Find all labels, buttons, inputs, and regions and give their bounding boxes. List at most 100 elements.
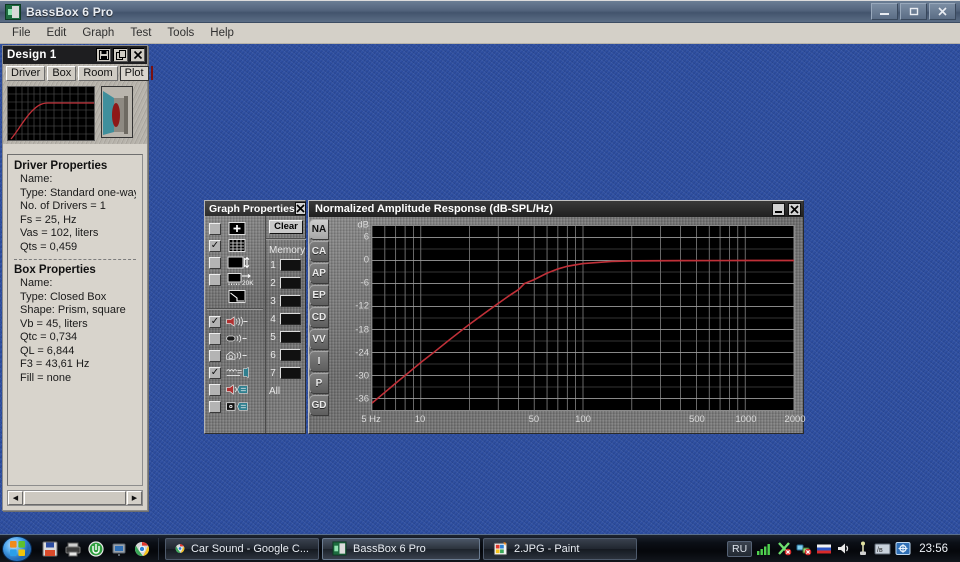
checkbox[interactable]	[209, 239, 221, 252]
response-thumbnail[interactable]	[7, 86, 95, 141]
checkbox[interactable]	[209, 349, 221, 362]
tab-box[interactable]: Box	[47, 65, 77, 81]
memory-slot-1[interactable]: 1	[269, 256, 303, 274]
taskbar-item-paint[interactable]: 2.JPG - Paint	[483, 537, 637, 560]
checkbox[interactable]	[209, 256, 221, 269]
show-crosshair-option[interactable]	[209, 220, 263, 237]
memory-slot-4[interactable]: 4	[269, 310, 303, 328]
scroll-thumb[interactable]	[24, 491, 126, 505]
memory-slot-3[interactable]: 3	[269, 292, 303, 310]
keyboard-layout-icon[interactable]: /в	[874, 542, 891, 556]
x-axis-tick-label: 5 Hz	[361, 414, 381, 425]
autoscale-vertical-option[interactable]	[209, 254, 263, 271]
minimize-button[interactable]	[871, 3, 898, 20]
properties-horizontal-scrollbar[interactable]: ◀ ▶	[7, 490, 143, 506]
speaker-input-option[interactable]	[209, 381, 263, 398]
checkbox[interactable]	[209, 273, 221, 286]
menu-item-edit[interactable]: Edit	[39, 25, 75, 41]
app-tray-icon[interactable]	[895, 541, 911, 556]
driver-response-option[interactable]	[209, 313, 263, 330]
graph-tab-na[interactable]: NA	[309, 219, 329, 240]
restore-button[interactable]	[900, 3, 927, 20]
memory-slot-5[interactable]: 5	[269, 328, 303, 346]
menu-item-file[interactable]: File	[4, 25, 39, 41]
memory-slot-2[interactable]: 2	[269, 274, 303, 292]
start-button[interactable]	[2, 535, 32, 562]
memory-slot-6[interactable]: 6	[269, 346, 303, 364]
memory-swatch[interactable]	[280, 367, 301, 379]
enclosure-thumbnail[interactable]	[101, 86, 133, 138]
taskbar-item-label: Car Sound - Google C...	[190, 542, 309, 555]
media-icon[interactable]	[111, 541, 127, 557]
tab-room[interactable]: Room	[78, 65, 118, 81]
box-response-option[interactable]	[209, 330, 263, 347]
save-icon[interactable]	[96, 48, 111, 62]
memory-swatch[interactable]	[280, 331, 301, 343]
clear-button[interactable]: Clear	[269, 220, 303, 234]
plot-canvas[interactable]	[371, 225, 795, 411]
close-icon[interactable]	[788, 202, 801, 216]
tab-driver[interactable]: Driver	[6, 65, 46, 81]
graph-tab-p[interactable]: P	[309, 373, 329, 394]
antivirus-icon[interactable]	[776, 541, 792, 556]
usb-icon[interactable]	[856, 541, 870, 556]
scroll-right-button[interactable]: ▶	[127, 491, 142, 505]
close-button[interactable]	[929, 3, 956, 20]
printer-icon[interactable]	[65, 541, 81, 557]
graph-tab-gd[interactable]: GD	[309, 395, 329, 416]
graph-tab-i[interactable]: I	[309, 351, 329, 372]
checkbox[interactable]	[209, 383, 221, 396]
scroll-left-button[interactable]: ◀	[8, 491, 23, 505]
driver-vas-row: Vas = 102, liters	[20, 227, 99, 239]
menu-item-help[interactable]: Help	[202, 25, 242, 41]
network-signal-icon[interactable]	[756, 541, 772, 556]
memory-all-button[interactable]: All	[269, 382, 303, 400]
room-response-option[interactable]	[209, 347, 263, 364]
checkbox[interactable]	[209, 332, 221, 345]
graph-tab-ep[interactable]: EP	[309, 285, 329, 306]
quick-launch-bar	[36, 537, 159, 560]
close-icon[interactable]	[130, 48, 145, 62]
graph-window-title: Normalized Amplitude Response (dB-SPL/Hz…	[315, 203, 553, 215]
utorrent-icon[interactable]	[88, 540, 104, 557]
speaker-input-icon	[226, 384, 248, 395]
flag-ru-icon[interactable]	[816, 541, 832, 556]
chrome-icon[interactable]	[134, 541, 150, 557]
signal-input-option[interactable]	[209, 398, 263, 415]
frequency-range-20k-option[interactable]: 20K	[209, 271, 263, 288]
plot-color-swatch[interactable]	[150, 66, 153, 80]
memory-swatch[interactable]	[280, 313, 301, 325]
memory-swatch[interactable]	[280, 259, 301, 271]
memory-slot-7[interactable]: 7	[269, 364, 303, 382]
checkbox[interactable]	[209, 222, 221, 235]
taskbar-item-chrome[interactable]: Car Sound - Google C...	[165, 537, 319, 560]
language-indicator[interactable]: RU	[727, 540, 753, 557]
checkbox[interactable]	[209, 400, 221, 413]
volume-icon[interactable]	[836, 541, 852, 556]
memory-swatch[interactable]	[280, 277, 301, 289]
tab-plot[interactable]: Plot	[119, 65, 149, 81]
checkbox[interactable]	[209, 366, 221, 379]
menu-item-test[interactable]: Test	[122, 25, 159, 41]
taskbar-clock[interactable]: 23:56	[915, 543, 954, 555]
axis-origin-option[interactable]	[209, 288, 263, 305]
plot-area[interactable]: dB 6 0 -6 -12 -18 -24 -30 -36 5 Hz 10 50 100 500 1000…	[331, 217, 805, 433]
save-icon[interactable]	[42, 541, 58, 557]
filter-response-option[interactable]	[209, 364, 263, 381]
graph-tab-cd[interactable]: CD	[309, 307, 329, 328]
minimize-icon[interactable]	[772, 202, 785, 216]
memory-swatch[interactable]	[280, 349, 301, 361]
network-error-icon[interactable]	[796, 541, 812, 556]
graph-tab-vv[interactable]: VV	[309, 329, 329, 350]
taskbar-item-bassbox[interactable]: BassBox 6 Pro	[322, 537, 480, 560]
copy-icon[interactable]	[113, 48, 128, 62]
memory-swatch[interactable]	[280, 295, 301, 307]
graph-properties-panel: Graph Properties ✓ 20K ✓ ✓ Clear Memory …	[204, 200, 306, 434]
checkbox[interactable]	[209, 315, 221, 328]
menu-item-tools[interactable]: Tools	[159, 25, 202, 41]
graph-tab-ca[interactable]: CA	[309, 241, 329, 262]
menu-item-graph[interactable]: Graph	[74, 25, 122, 41]
graph-tab-ap[interactable]: AP	[309, 263, 329, 284]
close-icon[interactable]	[294, 202, 306, 215]
show-gridlines-option[interactable]	[209, 237, 263, 254]
